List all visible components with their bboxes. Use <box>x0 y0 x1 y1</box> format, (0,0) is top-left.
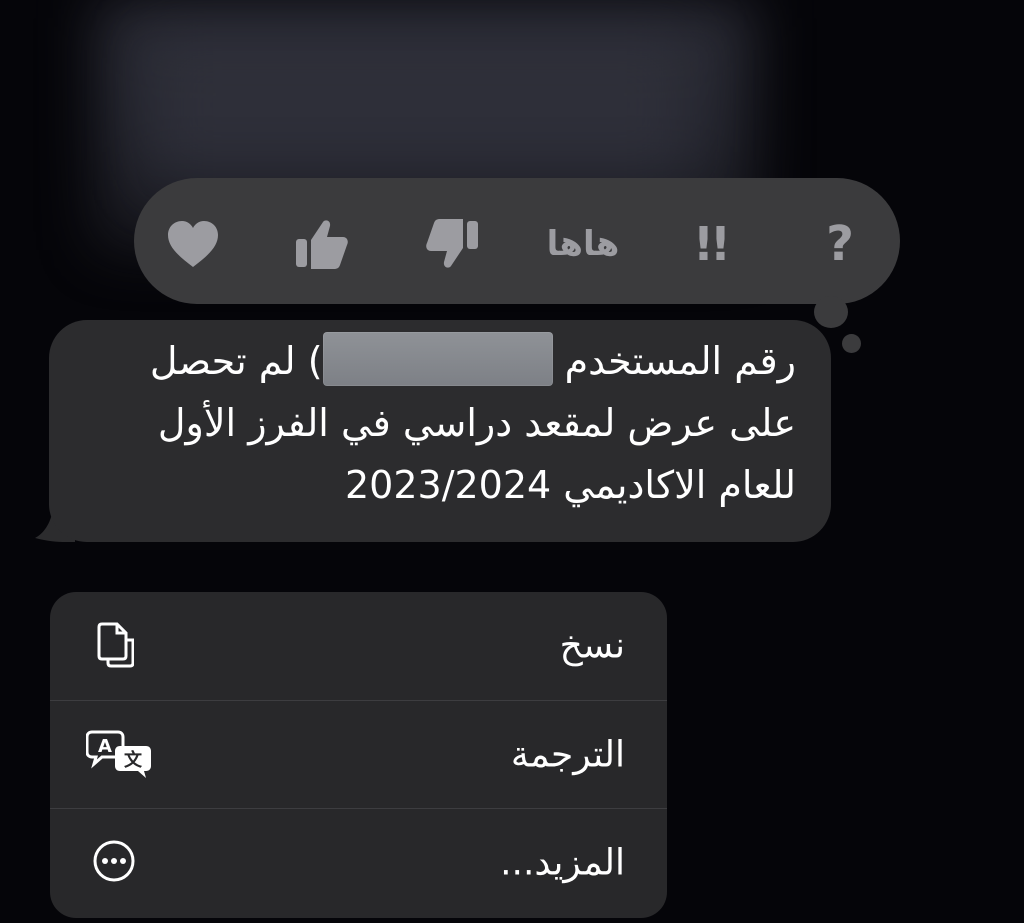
heart-icon <box>168 221 218 267</box>
context-menu: نسخ الترجمة A 文 المزيد... <box>50 592 667 918</box>
menu-item-label: المزيد... <box>500 842 625 884</box>
exclamation-icon: !! <box>693 217 731 271</box>
blurred-background-highlight <box>150 30 690 180</box>
copy-icon <box>92 618 135 674</box>
reaction-question-button[interactable]: ? <box>810 214 870 274</box>
message-line-3: للعام الاكاديمي 2023/2024 <box>344 463 796 507</box>
svg-text:A: A <box>98 736 112 757</box>
thumbs-down-icon <box>426 219 478 268</box>
reaction-thumbs-up-button[interactable] <box>292 214 352 274</box>
message-text-part: رقم المستخدم <box>564 339 796 383</box>
menu-item-label: الترجمة <box>510 734 625 776</box>
reaction-thumbs-down-button[interactable] <box>422 214 482 274</box>
reaction-heart-button[interactable] <box>163 214 223 274</box>
menu-item-copy[interactable]: نسخ <box>50 592 667 700</box>
question-icon: ? <box>826 216 854 272</box>
redacted-username <box>322 332 553 386</box>
reaction-exclamation-button[interactable]: !! <box>680 214 740 274</box>
menu-item-translate[interactable]: الترجمة A 文 <box>50 701 667 809</box>
message-line-2: على عرض لمقعد دراسي في الفرز الأول <box>157 401 796 445</box>
translate-icon: A 文 <box>85 728 152 782</box>
more-icon <box>92 839 136 887</box>
svg-text:文: 文 <box>124 749 143 771</box>
message-line-1: رقم المستخدم ) لم تحصل <box>76 330 796 392</box>
reaction-bar-tail-dot <box>842 334 861 353</box>
reaction-haha-button[interactable]: هاها <box>540 214 626 274</box>
reaction-bar <box>134 178 900 304</box>
haha-icon: هاها <box>546 224 620 264</box>
menu-item-more[interactable]: المزيد... <box>50 809 667 917</box>
message-text: رقم المستخدم ) لم تحصل على عرض لمقعد درا… <box>76 330 796 516</box>
reaction-bar-tail <box>814 296 848 328</box>
message-text-part: ) لم تحصل <box>149 339 323 383</box>
thumbs-up-icon <box>296 220 348 269</box>
menu-item-label: نسخ <box>559 625 625 667</box>
